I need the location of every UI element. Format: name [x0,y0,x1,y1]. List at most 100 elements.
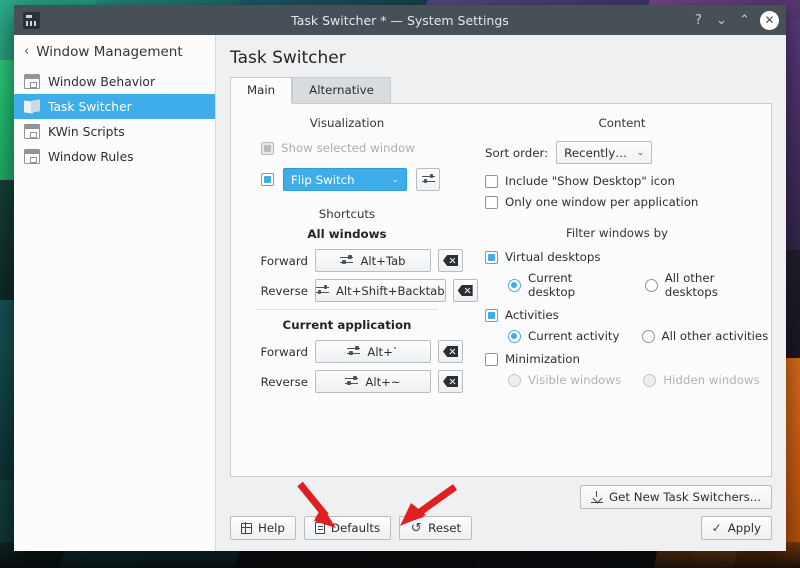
sort-order-value: Recently used [564,145,628,160]
radio-label: Current desktop [528,271,576,299]
tab-alternative[interactable]: Alternative [292,77,391,104]
window-titlebar[interactable]: Task Switcher * — System Settings ? ⌄ ⌃ … [14,5,786,35]
activities-checkbox[interactable] [485,308,498,322]
only-one-window-label: Only one window per application [505,195,699,209]
help-window-button[interactable]: ? [688,10,709,31]
minimization-label: Minimization [505,352,580,366]
only-one-window-checkbox[interactable] [485,195,498,209]
radio-all-other-desktops[interactable]: All other desktops [644,271,771,299]
get-new-wrap: Get New Task Switchers... [216,477,786,509]
sidebar-item-window-rules[interactable]: Window Rules [14,144,215,169]
sidebar-header-label: Window Management [36,43,183,60]
page-title: Task Switcher [230,48,346,68]
defaults-button[interactable]: Defaults [303,516,392,540]
sidebar-back-header[interactable]: ‹ Window Management [14,35,215,68]
help-button[interactable]: Help [230,516,296,540]
clear-shortcut-all-forward-button[interactable] [438,249,463,272]
show-selected-window-label: Show selected window [281,141,415,155]
backspace-icon [457,285,473,296]
sidebar-item-task-switcher[interactable]: Task Switcher [14,94,215,119]
check-icon: ✓ [711,521,722,535]
main-pane: Task Switcher Main Alternative Visualiza… [216,35,786,551]
shortcut-button-all-reverse[interactable]: Alt+Shift+Backtab [315,279,446,302]
virtual-desktops-options: Current desktop All other desktops [481,271,771,299]
apply-label: Apply [727,521,761,535]
radio-icon [508,373,521,387]
include-show-desktop-label: Include "Show Desktop" icon [505,174,675,188]
effect-combobox-value: Flip Switch [291,172,355,187]
sidebar-item-kwin-scripts[interactable]: KWin Scripts [14,119,215,144]
defaults-label: Defaults [330,521,381,535]
radio-visible-windows: Visible windows [508,373,621,387]
virtual-desktops-label: Virtual desktops [505,250,601,264]
clear-shortcut-app-reverse-button[interactable] [438,370,463,393]
undo-icon: ↺ [410,520,422,536]
shortcut-label: Forward [260,344,308,359]
sort-order-label: Sort order: [485,145,549,160]
radio-icon[interactable] [508,329,521,343]
shortcuts-section-title: Shortcuts [318,207,376,221]
shortcut-button-app-forward[interactable]: Alt+` [315,340,431,363]
shortcut-button-all-forward[interactable]: Alt+Tab [315,249,431,272]
radio-current-activity[interactable]: Current activity [508,329,620,343]
backspace-icon [443,376,458,387]
sliders-icon [421,173,435,185]
chevron-left-icon: ‹ [24,44,30,59]
sidebar-item-window-behavior[interactable]: Window Behavior [14,69,215,94]
minimization-checkbox[interactable] [485,352,498,366]
shortcut-value: Alt+Shift+Backtab [336,283,445,298]
shortcut-icon [345,375,359,387]
radio-icon[interactable] [644,278,658,292]
effect-combobox[interactable]: Flip Switch ⌄ [283,168,407,191]
sidebar-item-label: Window Rules [48,149,134,164]
close-window-button[interactable]: ✕ [760,10,779,30]
left-column: Visualization Show selected window Flip … [231,104,478,476]
activities-label: Activities [505,308,559,322]
radio-label: All other desktops [664,271,718,299]
maximize-window-button[interactable]: ⌃ [734,10,755,31]
radio-all-other-activities[interactable]: All other activities [641,329,769,343]
shortcut-value: Alt+~ [365,374,401,389]
radio-label: All other activities [661,329,769,343]
apply-button[interactable]: ✓ Apply [700,516,772,540]
configure-effect-button[interactable] [416,168,440,191]
show-selected-window-row: Show selected window [231,141,463,155]
include-show-desktop-row[interactable]: Include "Show Desktop" icon [481,174,771,188]
window-icon [24,74,40,89]
radio-icon[interactable] [641,329,655,343]
get-new-task-switchers-button[interactable]: Get New Task Switchers... [580,485,772,509]
radio-icon[interactable] [508,278,521,292]
activities-row[interactable]: Activities [481,308,771,322]
shortcut-value: Alt+` [367,344,399,359]
shortcut-button-app-reverse[interactable]: Alt+~ [315,370,431,393]
button-bar: Help Defaults ↺ Reset ✓ Apply [216,509,786,551]
minimize-window-button[interactable]: ⌄ [711,10,732,31]
tab-bar: Main Alternative [216,77,786,104]
tab-main[interactable]: Main [230,77,293,104]
backspace-icon [443,255,458,266]
effect-enabled-checkbox[interactable] [261,173,274,186]
system-settings-icon [23,11,40,29]
effect-row: Flip Switch ⌄ [231,168,463,191]
sort-order-combobox[interactable]: Recently used ⌄ [556,141,653,164]
system-settings-window: Task Switcher * — System Settings ? ⌄ ⌃ … [14,5,786,551]
shortcut-row-app-forward: Forward Alt+` [231,340,463,363]
minimization-row[interactable]: Minimization [481,352,771,366]
radio-label: Hidden windows [663,373,760,387]
virtual-desktops-checkbox[interactable] [485,250,498,264]
sidebar-item-label: Window Behavior [48,74,155,89]
reset-label: Reset [428,521,462,535]
backspace-icon [443,346,458,357]
radio-current-desktop[interactable]: Current desktop [508,271,623,299]
clear-shortcut-app-forward-button[interactable] [438,340,463,363]
radio-label: Visible windows [528,373,622,387]
shortcut-label: Reverse [260,374,308,389]
help-label: Help [258,521,285,535]
settings-panel: Visualization Show selected window Flip … [230,103,772,477]
shortcut-label: Forward [260,253,308,268]
reset-button[interactable]: ↺ Reset [399,516,473,540]
virtual-desktops-row[interactable]: Virtual desktops [481,250,771,264]
only-one-window-row[interactable]: Only one window per application [481,195,771,209]
include-show-desktop-checkbox[interactable] [485,174,498,188]
content-section-title: Content [598,116,646,130]
